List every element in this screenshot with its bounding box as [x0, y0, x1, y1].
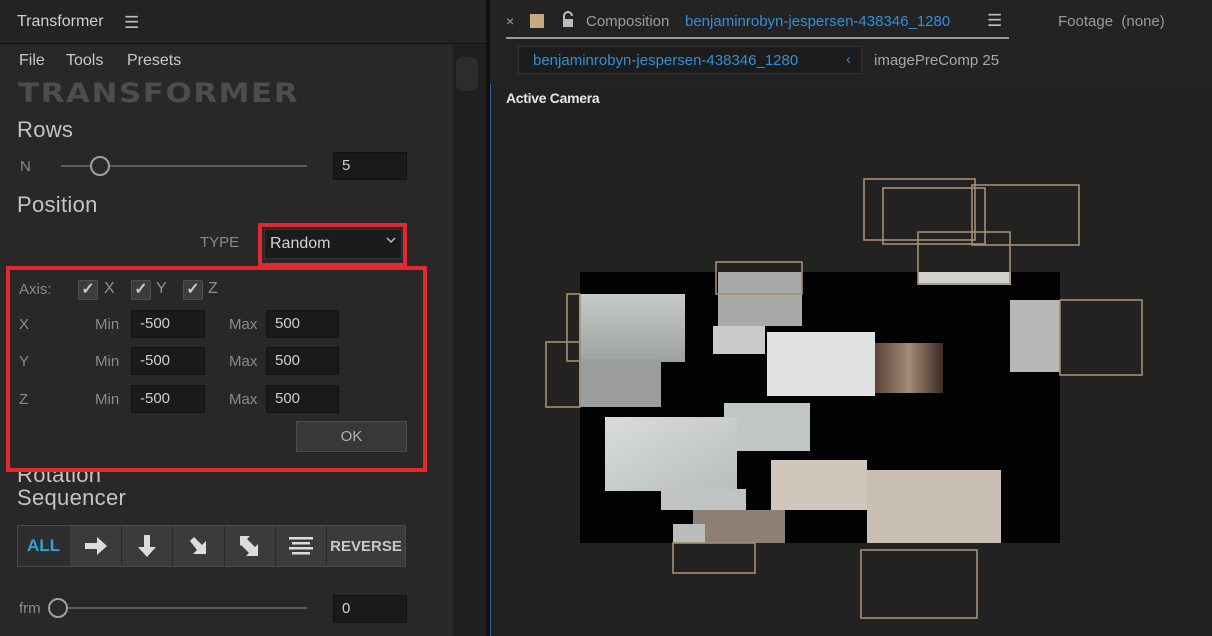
footage-tab[interactable]: Footage (none): [1058, 13, 1165, 30]
range-z-max-label: Max: [229, 391, 258, 408]
range-y-max-input[interactable]: 500: [266, 347, 339, 375]
axis-y-checkbox[interactable]: ✓: [131, 280, 151, 300]
menu-tools[interactable]: Tools: [66, 52, 103, 70]
frm-input[interactable]: 0: [333, 595, 407, 623]
photo-tile: [1010, 300, 1060, 372]
align-center-icon: [289, 537, 313, 555]
chevron-left-icon: ‹: [846, 51, 851, 68]
composition-tab-label[interactable]: Composition: [586, 13, 669, 30]
menu-file[interactable]: File: [19, 52, 45, 70]
panel-header: Transformer ☰: [0, 0, 486, 44]
photo-tile: [918, 272, 1011, 285]
photo-tile: [693, 510, 785, 543]
rows-n-input[interactable]: 5: [333, 152, 407, 180]
sequencer-button-bar: ALL REVERSE: [17, 525, 406, 567]
rotation-title: Rotation: [17, 472, 102, 486]
composition-menu-icon[interactable]: ☰: [987, 11, 1002, 31]
range-x-min-input[interactable]: -500: [131, 310, 205, 338]
photo-tile: [661, 489, 746, 510]
seq-all-button[interactable]: ALL: [18, 526, 70, 566]
panel-title: Transformer: [17, 13, 104, 30]
scrollbar-thumb[interactable]: [456, 57, 478, 91]
rows-title: Rows: [17, 117, 74, 142]
layer-outline: [566, 293, 581, 362]
seq-diagonal-arrow-button[interactable]: [173, 526, 225, 566]
photo-tile: [579, 294, 685, 362]
seq-right-arrow-button[interactable]: [70, 526, 122, 566]
photo-tile: [713, 326, 765, 354]
range-x-max-input[interactable]: 500: [266, 310, 339, 338]
axis-label: Axis:: [19, 281, 52, 298]
photo-tile: [875, 343, 943, 393]
arrow-right-icon: [84, 537, 107, 555]
transformer-logo: TRANSFORMER: [18, 78, 300, 109]
range-z-min-input[interactable]: -500: [131, 385, 205, 413]
layer-outline: [1059, 299, 1143, 376]
type-highlight-box: [258, 223, 407, 267]
arrow-down-icon: [138, 535, 156, 557]
range-y-max-label: Max: [229, 353, 258, 370]
app-window: Transformer ☰ File Tools Presets TRANSFO…: [0, 0, 1212, 636]
breadcrumb-active[interactable]: benjaminrobyn-jespersen-438346_1280 ‹: [518, 46, 862, 74]
seq-align-button[interactable]: [276, 526, 327, 566]
arrow-corner-icon: [240, 536, 258, 556]
layer-outline: [882, 187, 986, 245]
rotation-title-clip: Rotation: [0, 472, 453, 486]
composition-panel: × Composition benjaminrobyn-jespersen-43…: [490, 0, 1212, 636]
photo-tile: [605, 417, 737, 491]
transformer-panel: Transformer ☰ File Tools Presets TRANSFO…: [0, 0, 486, 636]
position-title: Position: [17, 192, 98, 217]
menu-presets[interactable]: Presets: [127, 52, 181, 70]
frm-label: frm: [19, 600, 41, 617]
scrollbar-track[interactable]: [453, 45, 486, 636]
seq-down-arrow-button[interactable]: [122, 526, 173, 566]
active-tab-underline: [506, 37, 1009, 39]
frm-slider-track[interactable]: [56, 607, 307, 609]
range-x-max-label: Max: [229, 316, 258, 333]
range-x-min-label: Min: [95, 316, 120, 333]
axis-z-checkbox[interactable]: ✓: [183, 280, 203, 300]
range-z-max-input[interactable]: 500: [266, 385, 339, 413]
range-y-label: Y: [19, 353, 30, 370]
panel-menu-icon[interactable]: ☰: [124, 13, 139, 33]
frm-slider-knob[interactable]: [48, 598, 68, 618]
ok-button[interactable]: OK: [296, 421, 407, 452]
breadcrumb-next[interactable]: imagePreComp 25: [874, 52, 999, 69]
range-z-label: Z: [19, 391, 29, 408]
range-x-label: X: [19, 316, 30, 333]
footage-tab-value: (none): [1121, 13, 1165, 30]
range-y-min-input[interactable]: -500: [131, 347, 205, 375]
photo-tile: [579, 359, 661, 407]
breadcrumb-active-label: benjaminrobyn-jespersen-438346_1280: [533, 52, 799, 69]
range-y-min-label: Min: [95, 353, 120, 370]
footage-tab-label: Footage: [1058, 13, 1114, 30]
layer-outline: [672, 542, 756, 574]
photo-tile: [867, 470, 1001, 543]
axis-x-checkbox[interactable]: ✓: [78, 280, 98, 300]
lock-icon[interactable]: [560, 10, 576, 30]
range-z-min-label: Min: [95, 391, 120, 408]
photo-tile: [771, 460, 867, 510]
axis-x-label: X: [104, 280, 115, 297]
layer-outline: [860, 549, 978, 619]
seq-reverse-button[interactable]: REVERSE: [327, 526, 405, 566]
seq-corner-arrow-button[interactable]: [225, 526, 276, 566]
layer-outline: [545, 341, 581, 408]
rows-n-label: N: [20, 158, 31, 175]
sequencer-title: Sequencer: [17, 485, 127, 510]
arrow-diagonal-down-right-icon: [189, 537, 206, 554]
close-icon[interactable]: ×: [506, 13, 514, 29]
composition-tab-name[interactable]: benjaminrobyn-jespersen-438346_1280: [685, 13, 950, 30]
composition-canvas: [545, 178, 1143, 619]
axis-z-label: Z: [208, 280, 218, 297]
photo-tile: [673, 524, 705, 543]
photo-tile: [718, 272, 802, 326]
layer-outline: [971, 184, 1080, 246]
axis-y-label: Y: [156, 280, 167, 297]
type-label: TYPE: [200, 234, 240, 251]
photo-tile: [767, 332, 875, 396]
composition-color-swatch: [530, 14, 544, 28]
composition-viewer[interactable]: Active Camera: [490, 84, 1212, 636]
